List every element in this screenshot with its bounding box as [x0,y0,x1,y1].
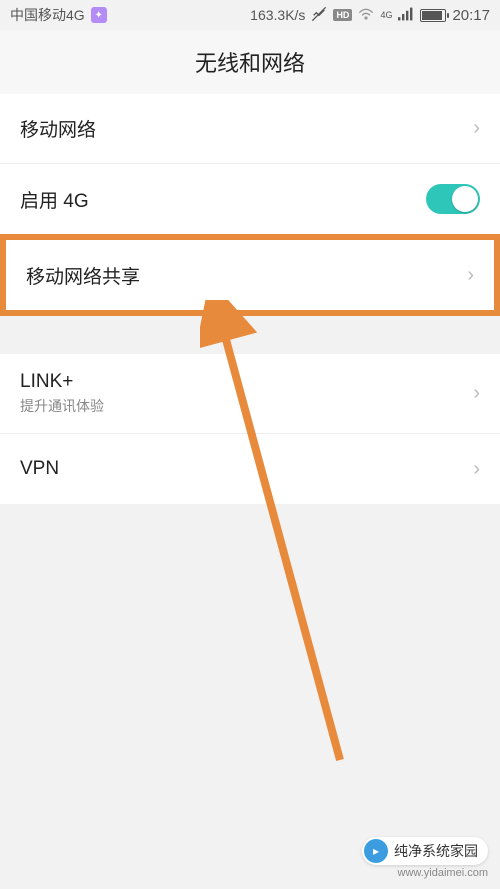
chevron-right-icon: › [473,458,480,481]
signal-icon [398,7,414,24]
wifi-icon [358,7,374,24]
network-type-label: 4G [380,11,392,20]
row-tethering[interactable]: 移动网络共享 › [6,240,494,310]
watermark: ▸ 纯净系统家园 www.yidaimei.com [362,837,488,879]
chevron-right-icon: › [473,117,480,140]
carrier-label: 中国移动4G [10,5,85,25]
page-header: 无线和网络 [0,30,500,94]
watermark-logo-icon: ▸ [364,839,388,863]
status-left: 中国移动4G ✦ [10,5,107,25]
network-speed: 163.3K/s [250,7,305,23]
app-indicator-icon: ✦ [91,7,107,23]
row-enable-4g: 启用 4G [0,164,500,234]
row-label: VPN [20,458,59,480]
row-vpn[interactable]: VPN › [0,434,500,504]
chevron-right-icon: › [467,264,474,287]
row-label: 启用 4G [20,186,89,213]
watermark-text: 纯净系统家园 [394,841,478,861]
mute-icon [311,6,327,25]
watermark-badge: ▸ 纯净系统家园 [362,837,488,865]
highlight-annotation: 移动网络共享 › [0,234,500,316]
decorative-dots: ○ ○ ○ [231,826,269,844]
settings-list-2: LINK+ 提升通讯体验 › VPN › [0,354,500,504]
row-mobile-network[interactable]: 移动网络 › [0,94,500,164]
watermark-url: www.yidaimei.com [362,867,488,879]
row-label: 移动网络 [20,115,96,142]
status-right: 163.3K/s HD 4G 20:17 [250,6,490,25]
toggle-enable-4g[interactable] [426,184,480,214]
clock: 20:17 [452,7,490,24]
section-gap [0,316,500,354]
row-subtitle: 提升通讯体验 [20,396,104,416]
page-title: 无线和网络 [195,46,305,78]
row-label: 移动网络共享 [26,262,140,289]
row-label: LINK+ [20,371,104,393]
status-bar: 中国移动4G ✦ 163.3K/s HD 4G 20:17 [0,0,500,30]
chevron-right-icon: › [473,382,480,405]
row-link-plus[interactable]: LINK+ 提升通讯体验 › [0,354,500,434]
settings-list-1: 移动网络 › 启用 4G [0,94,500,234]
battery-icon [420,9,446,22]
hd-badge: HD [333,9,352,21]
